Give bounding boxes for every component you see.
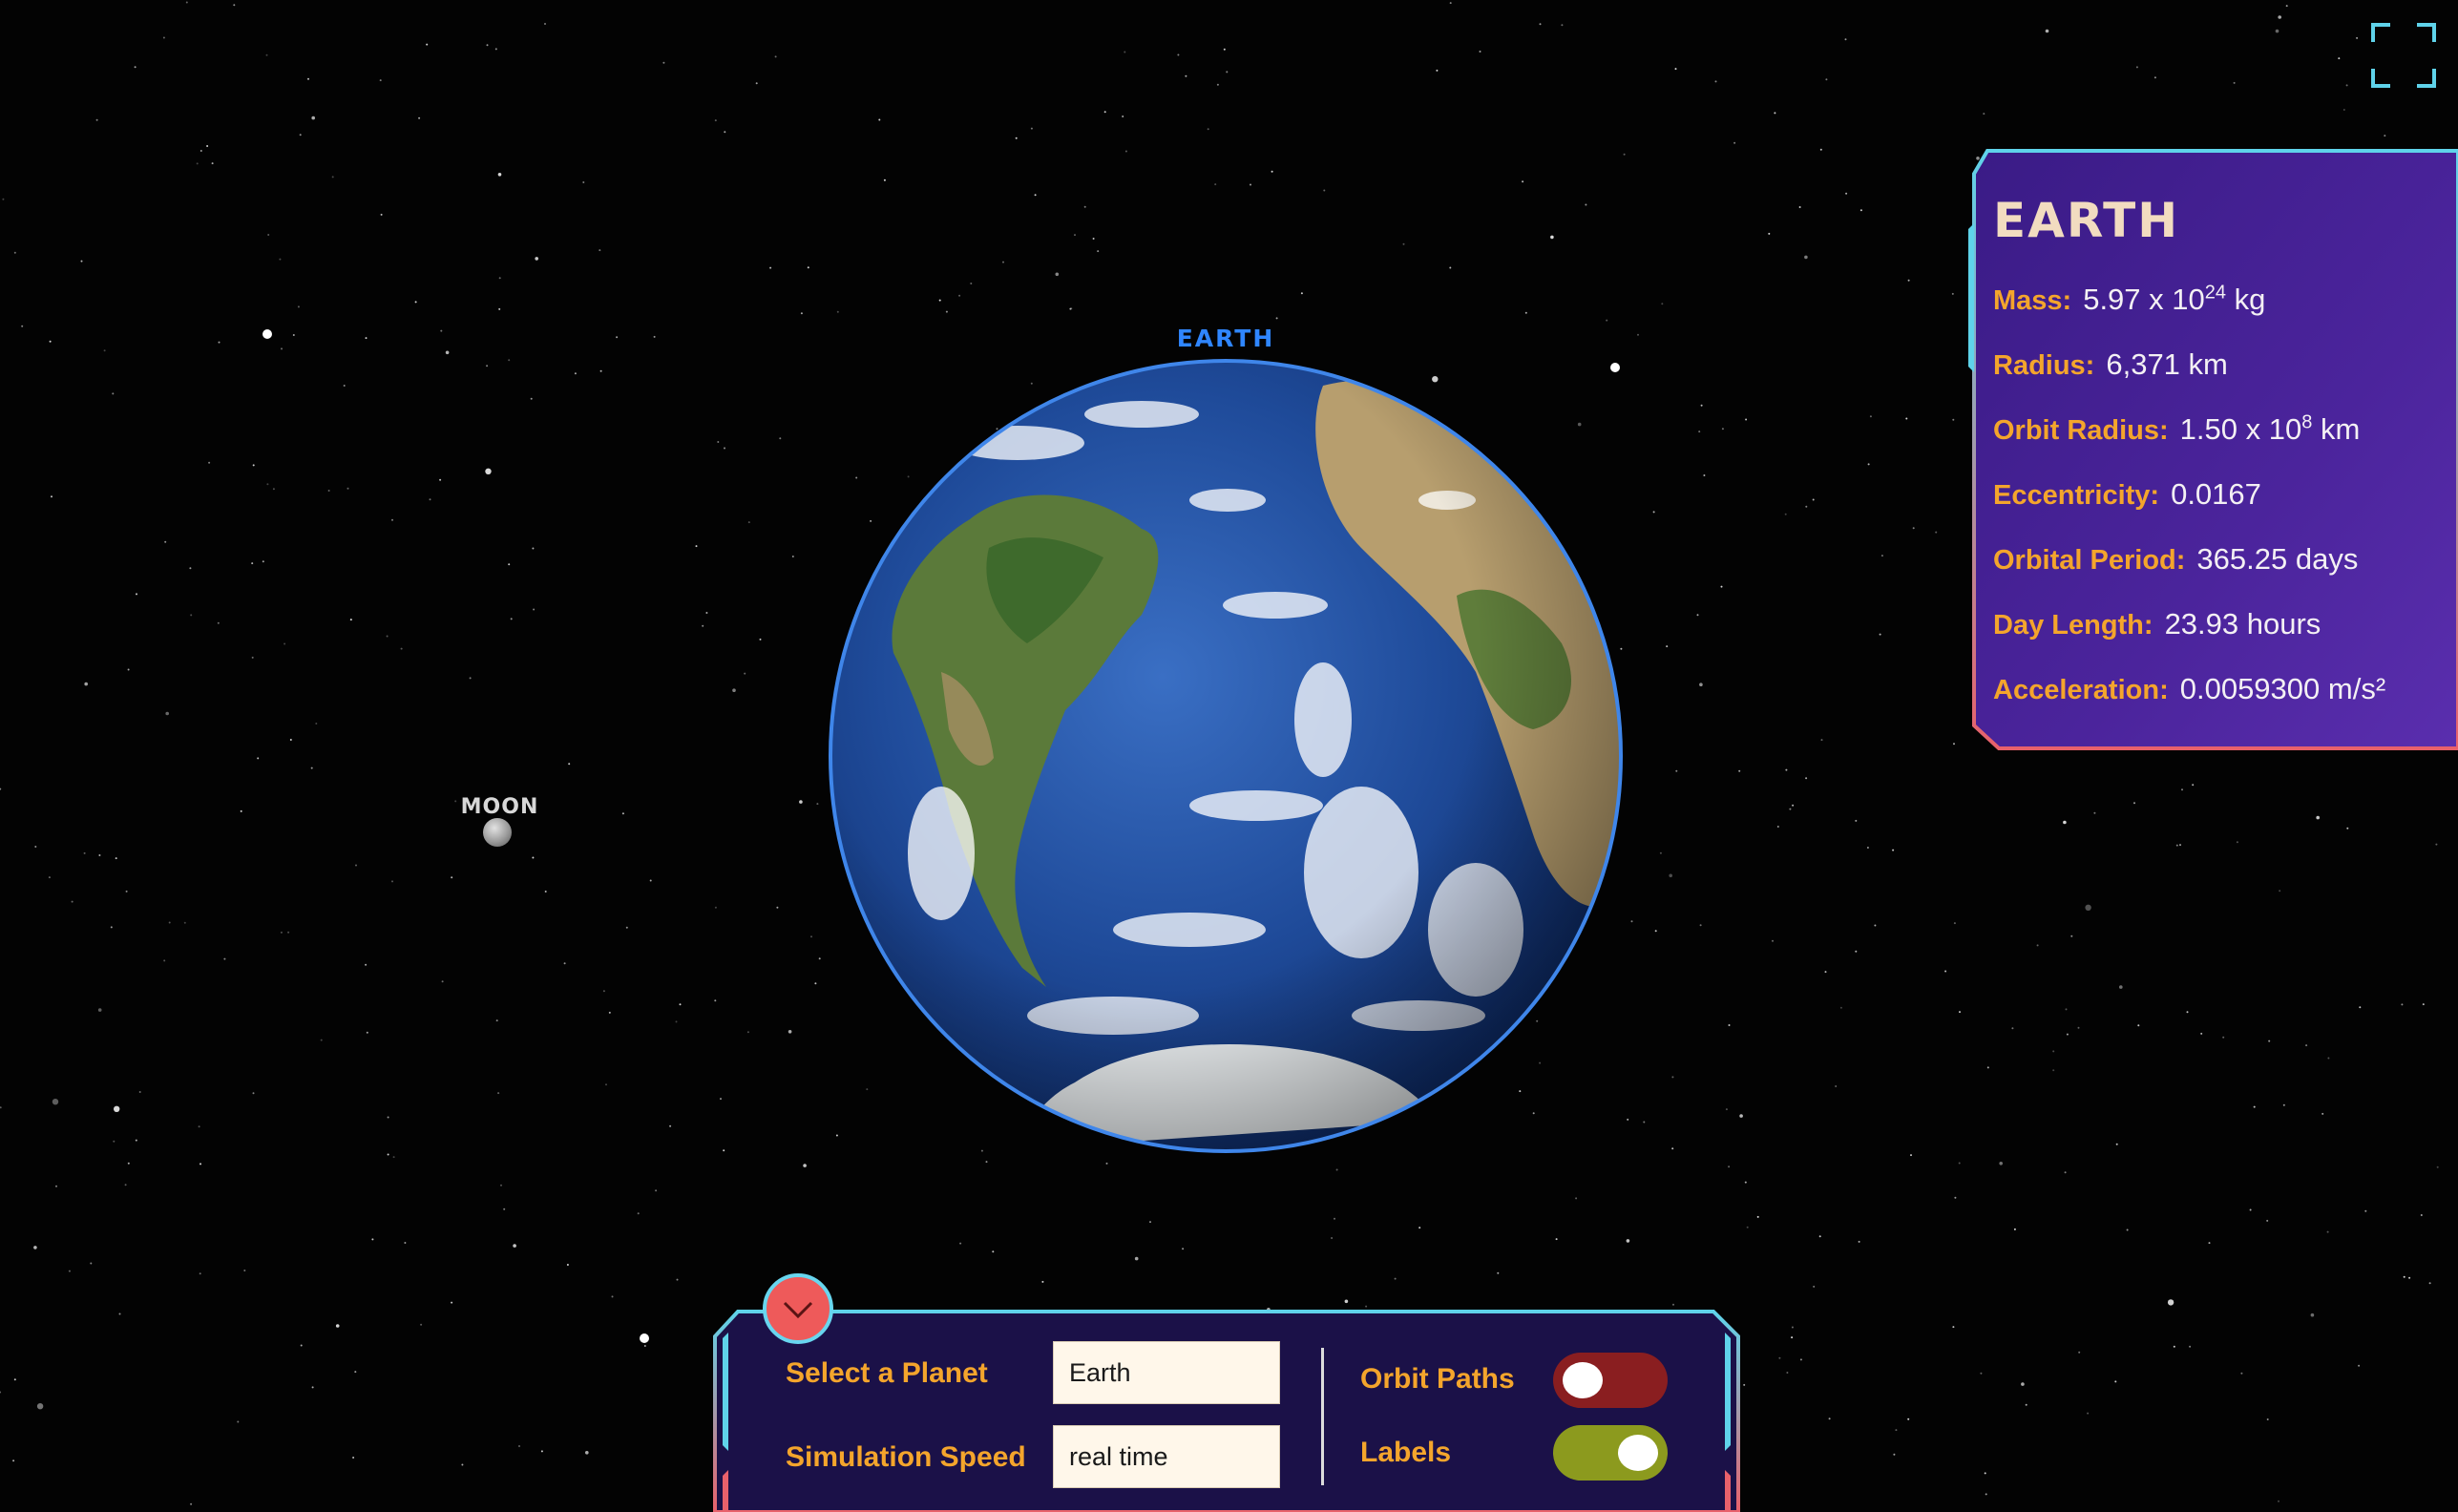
info-row-orbit-radius: Orbit Radius: 1.50 x 108 km	[1993, 412, 2360, 447]
orbital-period-value: 365.25 days	[2196, 542, 2359, 576]
acceleration-value: 0.0059300 m/s²	[2179, 672, 2386, 705]
orbit-paths-label: Orbit Paths	[1360, 1363, 1515, 1395]
eccentricity-value: 0.0167	[2171, 477, 2261, 511]
earth-globe[interactable]	[827, 357, 1625, 1155]
radius-key: Radius:	[1993, 350, 2095, 381]
day-length-key: Day Length:	[1993, 610, 2153, 640]
moon-body[interactable]	[483, 818, 512, 847]
select-planet-input[interactable]	[1053, 1341, 1280, 1404]
fullscreen-button[interactable]	[2369, 21, 2438, 90]
radius-value: 6,371 km	[2106, 347, 2228, 381]
controls-divider	[1321, 1348, 1324, 1485]
simulation-speed-label: Simulation Speed	[786, 1441, 1026, 1473]
orbit-radius-value: 1.50 x 108 km	[2179, 412, 2361, 447]
labels-toggle[interactable]	[1553, 1425, 1668, 1480]
info-row-mass: Mass: 5.97 x 1024 kg	[1993, 283, 2265, 317]
moon-label: MOON	[460, 795, 539, 819]
info-row-radius: Radius: 6,371 km	[1993, 347, 2228, 382]
mass-value: 5.97 x 1024 kg	[2083, 283, 2266, 317]
acceleration-key: Acceleration:	[1993, 675, 2169, 705]
toggle-knob	[1618, 1435, 1658, 1471]
simulation-controls-panel: Select a Planet Simulation Speed Orbit P…	[711, 1273, 1742, 1512]
orbit-radius-key: Orbit Radius:	[1993, 415, 2169, 447]
info-row-day-length: Day Length: 23.93 hours	[1993, 607, 2321, 641]
earth-label: EARTH	[1176, 325, 1275, 352]
chevron-down-icon	[783, 1301, 813, 1319]
info-row-orbital-period: Orbital Period: 365.25 days	[1993, 542, 2358, 577]
simulation-speed-input[interactable]	[1053, 1425, 1280, 1488]
labels-label: Labels	[1360, 1437, 1452, 1468]
mass-key: Mass:	[1993, 285, 2072, 317]
select-planet-label: Select a Planet	[786, 1357, 988, 1389]
toggle-knob	[1563, 1362, 1603, 1398]
day-length-value: 23.93 hours	[2164, 607, 2321, 640]
collapse-panel-button[interactable]	[763, 1273, 833, 1344]
planet-info-panel: EARTH Mass: 5.97 x 1024 kg Radius: 6,371 k…	[1964, 143, 2458, 756]
info-row-acceleration: Acceleration: 0.0059300 m/s²	[1993, 672, 2385, 706]
info-row-eccentricity: Eccentricity: 0.0167	[1993, 477, 2261, 512]
eccentricity-key: Eccentricity:	[1993, 480, 2160, 511]
orbital-period-key: Orbital Period:	[1993, 545, 2186, 576]
info-title: EARTH	[1993, 193, 2180, 248]
fullscreen-icon	[2371, 23, 2436, 88]
orbit-paths-toggle[interactable]	[1553, 1353, 1668, 1408]
